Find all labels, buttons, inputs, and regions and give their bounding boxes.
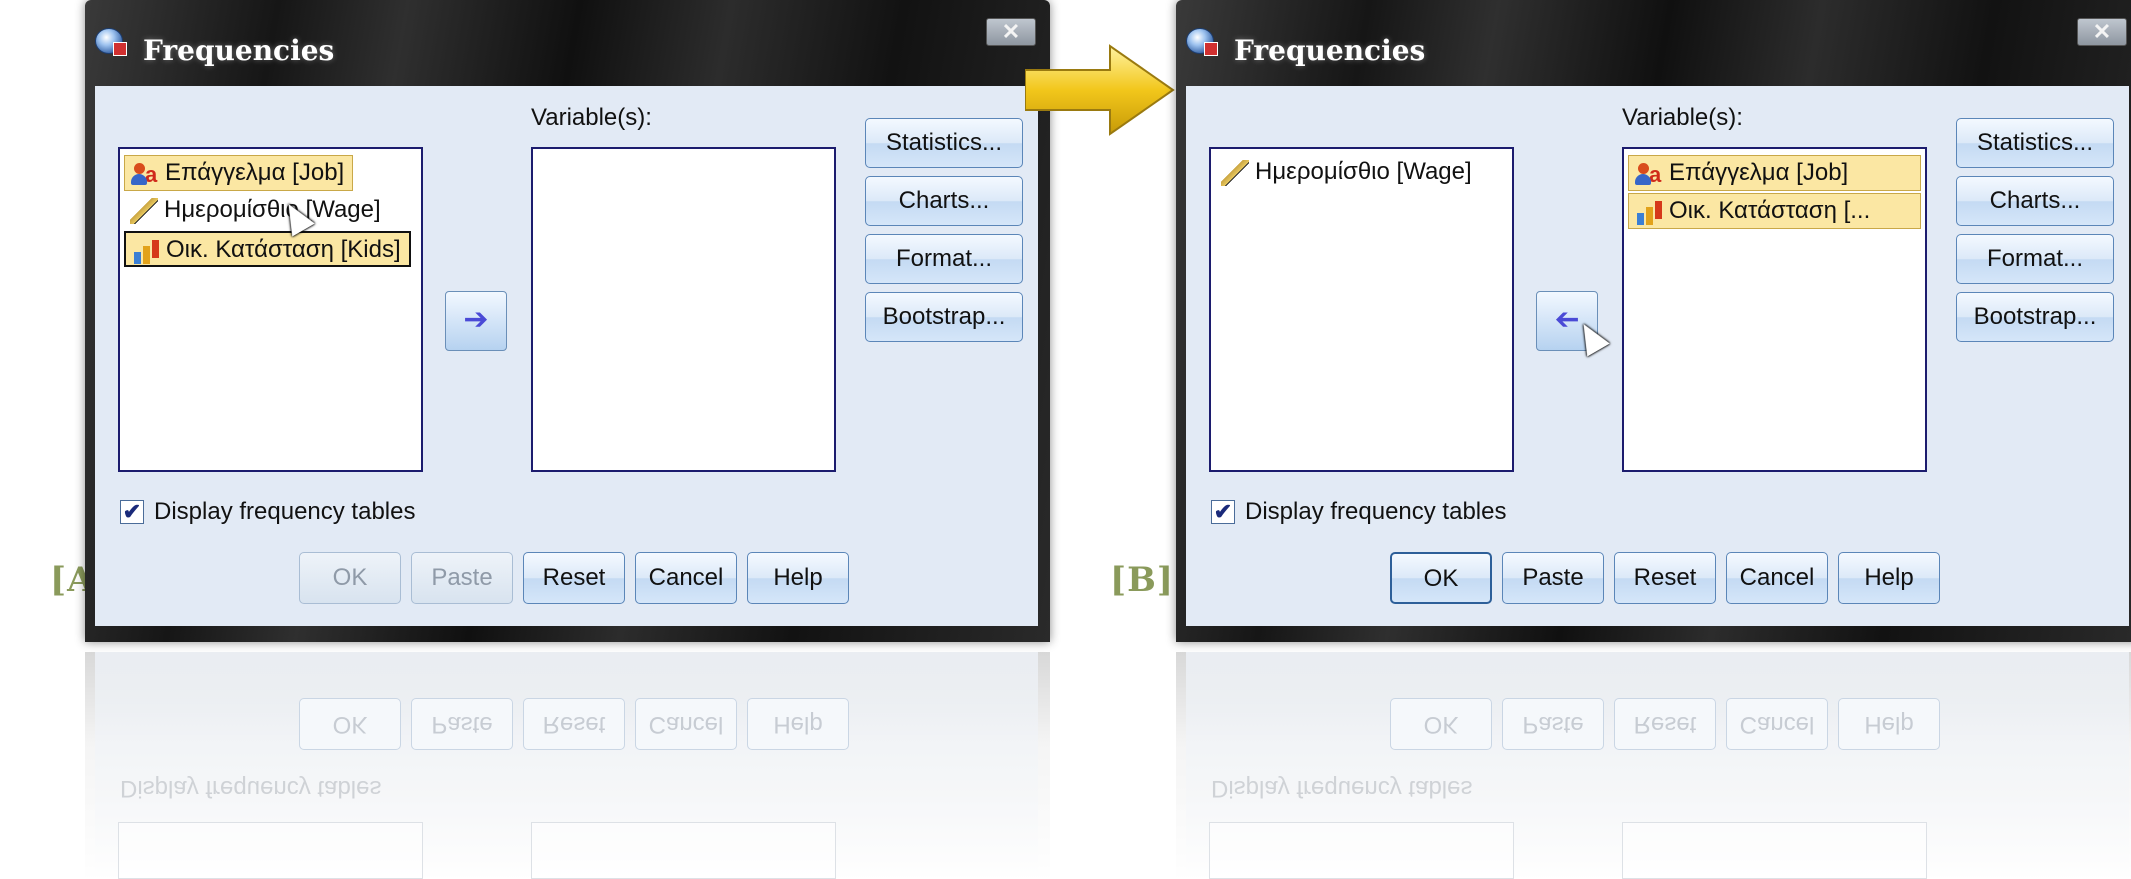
display-frequency-tables-checkbox[interactable]: ✔ <box>1211 500 1235 524</box>
source-variable-list[interactable]: a Επάγγελμα [Job] Ημερομίσθιο [Wage] Οικ… <box>118 147 423 472</box>
paste-button[interactable]: Paste <box>1502 552 1604 604</box>
list-item-label: Οικ. Κατάσταση [Kids] <box>166 236 401 263</box>
reflected-reset-button: Reset <box>1614 698 1716 750</box>
source-variable-list[interactable]: Ημερομίσθιο [Wage] <box>1209 147 1514 472</box>
target-variable-list[interactable] <box>531 147 836 472</box>
frequencies-dialog-b: Frequencies ✕ Ημερομίσθιο [Wage] ➔ Varia… <box>1176 0 2131 642</box>
reflected-ok-button: OK <box>1390 698 1492 750</box>
reflected-paste-button: Paste <box>411 698 513 750</box>
help-button[interactable]: Help <box>747 552 849 604</box>
reflected-checkbox-label: Display frequency tables <box>120 775 382 802</box>
spss-app-icon <box>95 28 127 56</box>
reflected-source-list <box>1209 822 1514 879</box>
list-item-label: Επάγγελμα [Job] <box>1669 159 1849 186</box>
format-button[interactable]: Format... <box>1956 234 2114 284</box>
checkbox-label: Display frequency tables <box>1245 498 1507 525</box>
list-item-wage[interactable]: Ημερομίσθιο [Wage] <box>124 193 389 229</box>
nominal-variable-icon: a <box>1635 161 1663 187</box>
display-frequency-tables-checkbox[interactable]: ✔ <box>120 500 144 524</box>
list-item-label: Επάγγελμα [Job] <box>165 159 345 186</box>
dialog-client-area: a Επάγγελμα [Job] Ημερομίσθιο [Wage] Οικ… <box>95 86 1038 626</box>
reflected-source-list <box>118 822 423 879</box>
reflected-checkbox-label: Display frequency tables <box>1211 775 1473 802</box>
reflected-paste-button: Paste <box>1502 698 1604 750</box>
variables-label: Variable(s): <box>531 104 652 131</box>
list-item-label: Ημερομίσθιο [Wage] <box>164 196 381 223</box>
scale-variable-icon <box>1221 160 1249 186</box>
charts-button[interactable]: Charts... <box>865 176 1023 226</box>
dialog-reflection-a: OK Paste Reset Cancel Help Display frequ… <box>85 652 1050 879</box>
reset-button[interactable]: Reset <box>1614 552 1716 604</box>
format-button[interactable]: Format... <box>865 234 1023 284</box>
checkbox-label: Display frequency tables <box>154 498 416 525</box>
statistics-button[interactable]: Statistics... <box>1956 118 2114 168</box>
variables-label: Variable(s): <box>1622 104 1743 131</box>
bootstrap-button[interactable]: Bootstrap... <box>865 292 1023 342</box>
paste-button[interactable]: Paste <box>411 552 513 604</box>
reflected-cancel-button: Cancel <box>635 698 737 750</box>
dialog-client-area: Ημερομίσθιο [Wage] ➔ Variable(s): a Επάγ… <box>1186 86 2129 626</box>
title-bar[interactable]: Frequencies ✕ <box>1176 0 2131 90</box>
frequencies-dialog-a: Frequencies ✕ a Επάγγελμα [Job] Ημερομίσ… <box>85 0 1050 642</box>
spss-app-icon <box>1186 28 1218 56</box>
nominal-variable-icon: a <box>131 161 159 187</box>
list-item-kids[interactable]: Οικ. Κατάσταση [Kids] <box>124 231 411 267</box>
reflected-reset-button: Reset <box>523 698 625 750</box>
help-button[interactable]: Help <box>1838 552 1940 604</box>
title-bar[interactable]: Frequencies ✕ <box>85 0 1050 90</box>
dialog-reflection-b: OK Paste Reset Cancel Help Display frequ… <box>1176 652 2131 879</box>
list-item-wage[interactable]: Ημερομίσθιο [Wage] <box>1215 155 1480 191</box>
charts-button[interactable]: Charts... <box>1956 176 2114 226</box>
dialog-title: Frequencies <box>1234 34 1426 67</box>
scale-variable-icon <box>130 198 158 224</box>
reflected-cancel-button: Cancel <box>1726 698 1828 750</box>
bootstrap-button[interactable]: Bootstrap... <box>1956 292 2114 342</box>
reflected-target-list <box>531 822 836 879</box>
list-item-label: Οικ. Κατάσταση [... <box>1669 197 1871 224</box>
list-item-kids[interactable]: Οικ. Κατάσταση [... <box>1628 193 1921 229</box>
target-variable-list[interactable]: a Επάγγελμα [Job] Οικ. Κατάσταση [... <box>1622 147 1927 472</box>
cancel-button[interactable]: Cancel <box>1726 552 1828 604</box>
reflected-help-button: Help <box>1838 698 1940 750</box>
reflected-help-button: Help <box>747 698 849 750</box>
cancel-button[interactable]: Cancel <box>635 552 737 604</box>
reflected-target-list <box>1622 822 1927 879</box>
statistics-button[interactable]: Statistics... <box>865 118 1023 168</box>
ok-button[interactable]: OK <box>299 552 401 604</box>
ok-button[interactable]: OK <box>1390 552 1492 604</box>
dialog-title: Frequencies <box>143 34 335 67</box>
ordinal-variable-icon <box>1635 199 1663 225</box>
reset-button[interactable]: Reset <box>523 552 625 604</box>
list-item-job[interactable]: a Επάγγελμα [Job] <box>1628 155 1921 191</box>
panel-a: [A] Frequencies ✕ a Επάγγελμα [Job] Ημερ… <box>50 0 1085 879</box>
ordinal-variable-icon <box>132 238 160 264</box>
list-item-job[interactable]: a Επάγγελμα [Job] <box>124 155 354 191</box>
transition-arrow-icon <box>1025 44 1175 136</box>
panel-tag-b: [B] <box>1110 560 1174 600</box>
close-button[interactable]: ✕ <box>2077 18 2127 46</box>
list-item-label: Ημερομίσθιο [Wage] <box>1255 158 1472 185</box>
reflected-ok-button: OK <box>299 698 401 750</box>
panel-b: [B] Frequencies ✕ Ημερομίσθιο [Wage] ➔ V… <box>1110 0 2131 879</box>
move-right-button[interactable]: ➔ <box>445 291 507 351</box>
